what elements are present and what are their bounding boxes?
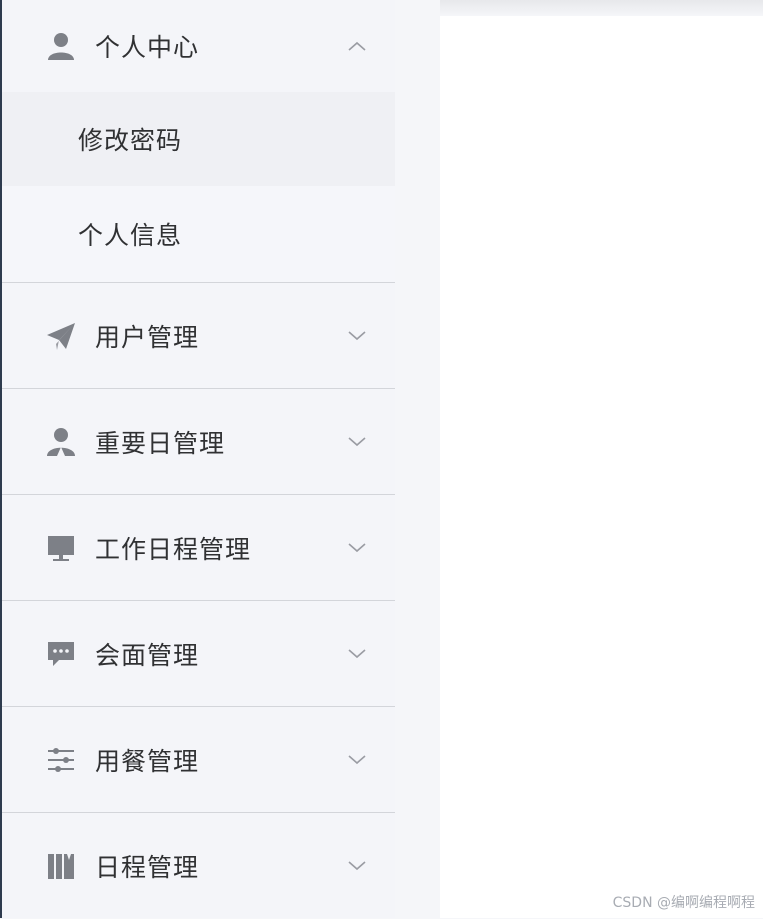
user-group-icon: [46, 427, 76, 457]
menu-group-label: 用餐管理: [95, 742, 199, 778]
menu-group-personal-center[interactable]: 个人中心: [2, 0, 395, 92]
watermark: CSDN @编啊编程啊程: [613, 892, 755, 912]
main-content: [440, 16, 763, 918]
menu-group-label: 个人中心: [95, 28, 199, 64]
chevron-up-icon: [345, 38, 369, 54]
menu-group-label: 日程管理: [95, 848, 199, 884]
submenu-item-label: 个人信息: [78, 216, 182, 252]
submenu-item-personal-info[interactable]: 个人信息: [2, 186, 395, 283]
menu-group-schedule[interactable]: 日程管理: [2, 813, 395, 919]
menu-group-meetings[interactable]: 会面管理: [2, 601, 395, 707]
menu-group-label: 会面管理: [95, 636, 199, 672]
menu-group-user-management[interactable]: 用户管理: [2, 283, 395, 389]
chevron-down-icon: [345, 858, 369, 874]
chevron-down-icon: [345, 752, 369, 768]
submenu-item-change-password[interactable]: 修改密码: [2, 92, 395, 186]
menu-group-label: 工作日程管理: [95, 530, 251, 566]
chevron-down-icon: [345, 646, 369, 662]
header-shadow: [440, 0, 763, 16]
send-icon: [46, 321, 76, 351]
menu-group-dining[interactable]: 用餐管理: [2, 707, 395, 813]
sliders-icon: [46, 745, 76, 775]
submenu-item-label: 修改密码: [78, 121, 182, 157]
user-icon: [46, 31, 76, 61]
menu-group-work-schedule[interactable]: 工作日程管理: [2, 495, 395, 601]
menu-group-label: 用户管理: [95, 318, 199, 354]
monitor-icon: [46, 533, 76, 563]
menu-group-important-days[interactable]: 重要日管理: [2, 389, 395, 495]
sidebar-menu: 个人中心 修改密码 个人信息 用户管理 重要日管理: [0, 0, 395, 918]
books-icon: [46, 851, 76, 881]
chevron-down-icon: [345, 434, 369, 450]
menu-group-label: 重要日管理: [95, 424, 225, 460]
chat-icon: [46, 639, 76, 669]
chevron-down-icon: [345, 328, 369, 344]
chevron-down-icon: [345, 540, 369, 556]
